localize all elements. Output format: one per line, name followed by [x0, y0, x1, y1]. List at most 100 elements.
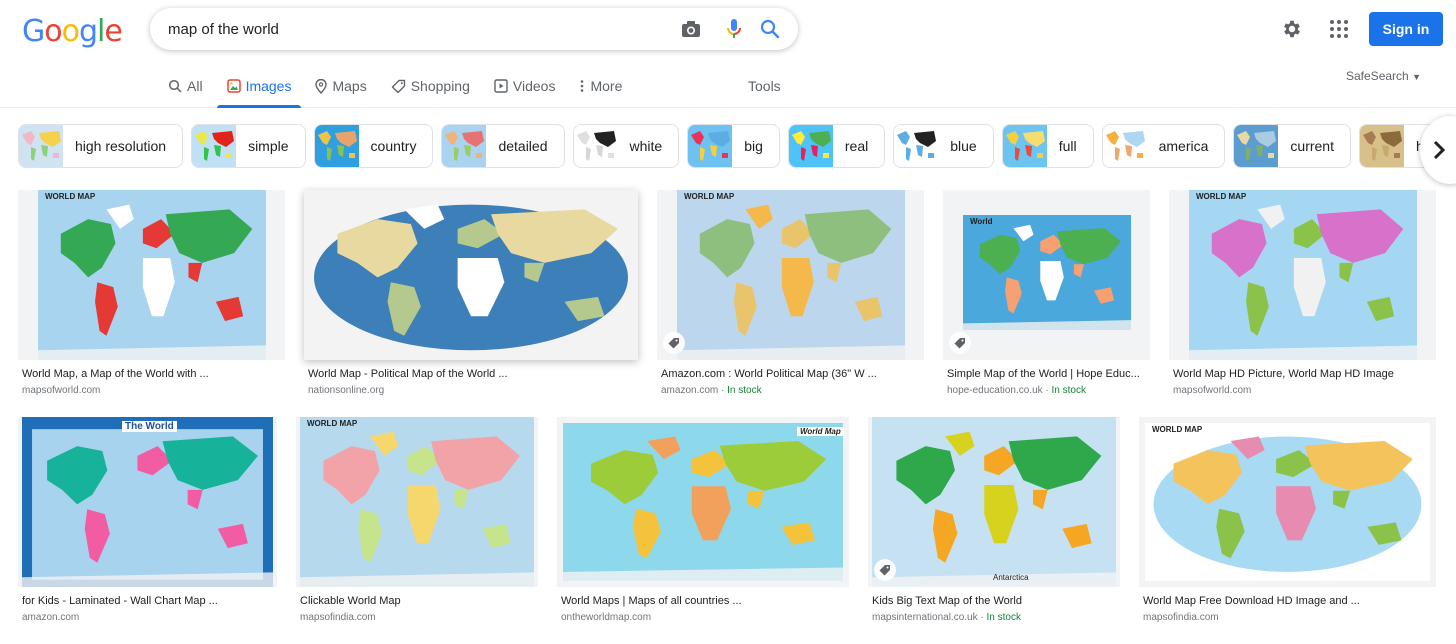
logo-letter: g [78, 14, 98, 49]
tab-label: Shopping [410, 78, 470, 94]
tab-label: All [187, 78, 203, 94]
chip-label: big [744, 138, 763, 154]
result-thumbnail[interactable]: WORLD MAP [296, 417, 538, 587]
sign-in-button[interactable]: Sign in [1369, 12, 1443, 46]
tab-more[interactable]: More [579, 70, 622, 102]
image-result[interactable]: World Map - Political Map of the World .… [304, 190, 638, 400]
chip-thumbnail [894, 125, 939, 167]
result-title[interactable]: World Map - Political Map of the World .… [308, 368, 508, 380]
chip-detailed[interactable]: detailed [441, 124, 565, 168]
tab-shopping[interactable]: Shopping [391, 70, 470, 102]
world-map-image [300, 417, 534, 587]
map-title-label: World Map [797, 427, 844, 436]
result-thumbnail[interactable]: WORLD MAP [1139, 417, 1436, 587]
google-apps-icon[interactable] [1329, 19, 1349, 39]
image-result[interactable]: World Simple Map of the World | Hope Educ… [943, 190, 1150, 400]
chip-simple[interactable]: simple [191, 124, 306, 168]
result-source: amazon.com · In stock [661, 385, 762, 396]
map-title-label: WORLD MAP [684, 192, 735, 201]
image-result[interactable]: The World for Kids - Laminated - Wall Cha… [18, 417, 277, 627]
logo-letter: e [104, 14, 122, 49]
tab-images[interactable]: Images [216, 70, 302, 108]
source-domain: mapsofindia.com [1143, 612, 1219, 623]
result-thumbnail[interactable]: The World [18, 417, 277, 587]
world-map-image [563, 423, 843, 581]
chip-big[interactable]: big [687, 124, 780, 168]
result-source: mapsofworld.com [22, 385, 100, 396]
chip-label: america [1158, 138, 1209, 154]
result-source: mapsofindia.com [1143, 612, 1219, 623]
microphone-icon[interactable] [723, 18, 745, 40]
chip-real[interactable]: real [787, 124, 886, 168]
result-thumbnail[interactable]: World Map [557, 417, 849, 587]
shopping-tag-icon [874, 559, 896, 581]
chip-thumbnail [788, 125, 833, 167]
result-thumbnail[interactable]: WORLD MAP [18, 190, 285, 360]
tab-maps[interactable]: Maps [315, 70, 367, 102]
shopping-tag-icon [663, 332, 685, 354]
chip-high-resolution[interactable]: high resolution [18, 124, 184, 168]
chip-white[interactable]: white [572, 124, 680, 168]
result-thumbnail[interactable]: WORLD MAP [657, 190, 924, 360]
map-title-label: WORLD MAP [45, 192, 96, 201]
result-title[interactable]: Clickable World Map [300, 595, 401, 607]
chip-label: current [1290, 138, 1334, 154]
more-vert-icon [579, 79, 585, 93]
image-result[interactable]: WORLD MAP World Map HD Picture, World Map… [1169, 190, 1436, 400]
result-title[interactable]: World Map, a Map of the World with ... [22, 368, 209, 380]
chip-label: white [629, 138, 663, 154]
tab-videos[interactable]: Videos [494, 70, 555, 102]
result-thumbnail[interactable]: WORLD MAP [1169, 190, 1436, 360]
result-source: mapsofworld.com [1173, 385, 1251, 396]
chip-label: detailed [498, 138, 548, 154]
result-source: nationsonline.org [308, 385, 384, 396]
tab-label: Images [245, 78, 292, 94]
safesearch-dropdown[interactable]: SafeSearch ▼ [1346, 69, 1421, 83]
separator: · [718, 385, 728, 396]
chip-thumbnail [1234, 125, 1279, 167]
map-title-label: WORLD MAP [1152, 425, 1203, 434]
result-thumbnail[interactable] [304, 190, 638, 360]
chip-blue[interactable]: blue [893, 124, 994, 168]
search-icon[interactable] [759, 18, 781, 40]
settings-gear-icon[interactable] [1281, 18, 1303, 40]
map-title-label: Antarctica [993, 573, 1029, 582]
source-domain: mapsofindia.com [300, 612, 376, 623]
map-title-label: WORLD MAP [307, 419, 358, 428]
result-thumbnail[interactable]: Antarctica [868, 417, 1120, 587]
chip-label: full [1058, 138, 1077, 154]
source-domain: ontheworldmap.com [561, 612, 652, 623]
result-title[interactable]: Amazon.com : World Political Map (36" W … [661, 368, 877, 380]
search-input[interactable] [168, 16, 648, 42]
result-title[interactable]: World Map Free Download HD Image and ... [1143, 595, 1360, 607]
chip-full[interactable]: full [1001, 124, 1094, 168]
logo-letter: G [22, 14, 45, 49]
image-result[interactable]: WORLD MAP World Map, a Map of the World w… [18, 190, 285, 400]
result-title[interactable]: Simple Map of the World | Hope Educ... [947, 368, 1140, 380]
chip-america[interactable]: america [1101, 124, 1226, 168]
result-title[interactable]: Kids Big Text Map of the World [872, 595, 1022, 607]
result-title[interactable]: for Kids - Laminated - Wall Chart Map ..… [22, 595, 218, 607]
result-source: mapsinternational.co.uk · In stock [872, 612, 1021, 623]
result-title[interactable]: World Maps | Maps of all countries ... [561, 595, 742, 607]
image-result[interactable]: WORLD MAP World Map Free Download HD Imag… [1139, 417, 1436, 627]
image-result[interactable]: WORLD MAP Amazon.com : World Political Ma… [657, 190, 924, 400]
google-logo[interactable]: Google [22, 14, 123, 49]
search-tabs: All Images Maps Shopping Videos More [168, 70, 646, 108]
world-map-image [1145, 423, 1430, 581]
chip-current[interactable]: current [1233, 124, 1351, 168]
chip-country[interactable]: country [313, 124, 434, 168]
result-thumbnail[interactable]: World [943, 190, 1150, 360]
chip-label: high resolution [75, 138, 167, 154]
safesearch-label: SafeSearch [1346, 69, 1409, 83]
result-source: mapsofindia.com [300, 612, 376, 623]
camera-icon[interactable] [680, 18, 702, 40]
chip-thumbnail [1102, 125, 1147, 167]
tools-button[interactable]: Tools [748, 78, 781, 94]
image-result[interactable]: WORLD MAP Clickable World Map mapsofindia.… [296, 417, 538, 627]
tab-all[interactable]: All [168, 70, 203, 102]
image-result[interactable]: Antarctica Kids Big Text Map of the World… [868, 417, 1120, 627]
source-domain: hope-education.co.uk [947, 385, 1043, 396]
result-title[interactable]: World Map HD Picture, World Map HD Image [1173, 368, 1394, 380]
image-result[interactable]: World Map World Maps | Maps of all countr… [557, 417, 849, 627]
